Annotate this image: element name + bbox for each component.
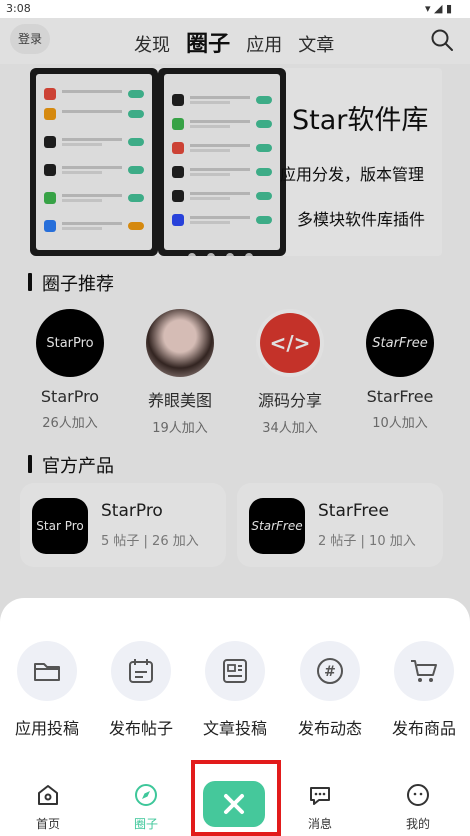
calendar-icon (111, 641, 171, 701)
nav-circles[interactable]: 圈子 (116, 782, 176, 832)
nav-messages[interactable]: 消息 (290, 782, 350, 832)
nav-home[interactable]: 首页 (18, 782, 78, 832)
action-label: 文章投稿 (202, 719, 267, 738)
action-app-submit[interactable]: 应用投稿 (1, 641, 93, 739)
highlight-box (191, 760, 281, 836)
action-article-submit[interactable]: 文章投稿 (189, 641, 281, 739)
action-label: 发布商品 (391, 719, 456, 738)
nav-profile[interactable]: 我的 (388, 782, 448, 832)
action-label: 应用投稿 (14, 719, 79, 738)
folder-icon (17, 641, 77, 701)
action-moment[interactable]: # 发布动态 (284, 641, 376, 739)
hashtag-icon: # (300, 641, 360, 701)
action-product[interactable]: 发布商品 (378, 641, 470, 739)
nav-label: 圈子 (133, 817, 158, 831)
action-post[interactable]: 发布帖子 (95, 641, 187, 739)
status-icons: ▾ ◢ ▮ (424, 2, 452, 15)
cart-icon (394, 641, 454, 701)
home-icon (38, 785, 58, 805)
chat-icon (310, 787, 330, 805)
nav-label: 消息 (307, 817, 332, 831)
svg-text:#: # (324, 664, 336, 680)
action-label: 发布动态 (297, 719, 362, 738)
article-icon (205, 641, 265, 701)
status-bar: 3:08 ▾ ◢ ▮ (0, 0, 470, 18)
compass-icon (135, 784, 157, 806)
status-time: 3:08 (6, 2, 31, 15)
face-icon (407, 784, 429, 806)
nav-label: 我的 (405, 817, 430, 831)
action-label: 发布帖子 (108, 719, 173, 738)
nav-label: 首页 (35, 817, 60, 831)
